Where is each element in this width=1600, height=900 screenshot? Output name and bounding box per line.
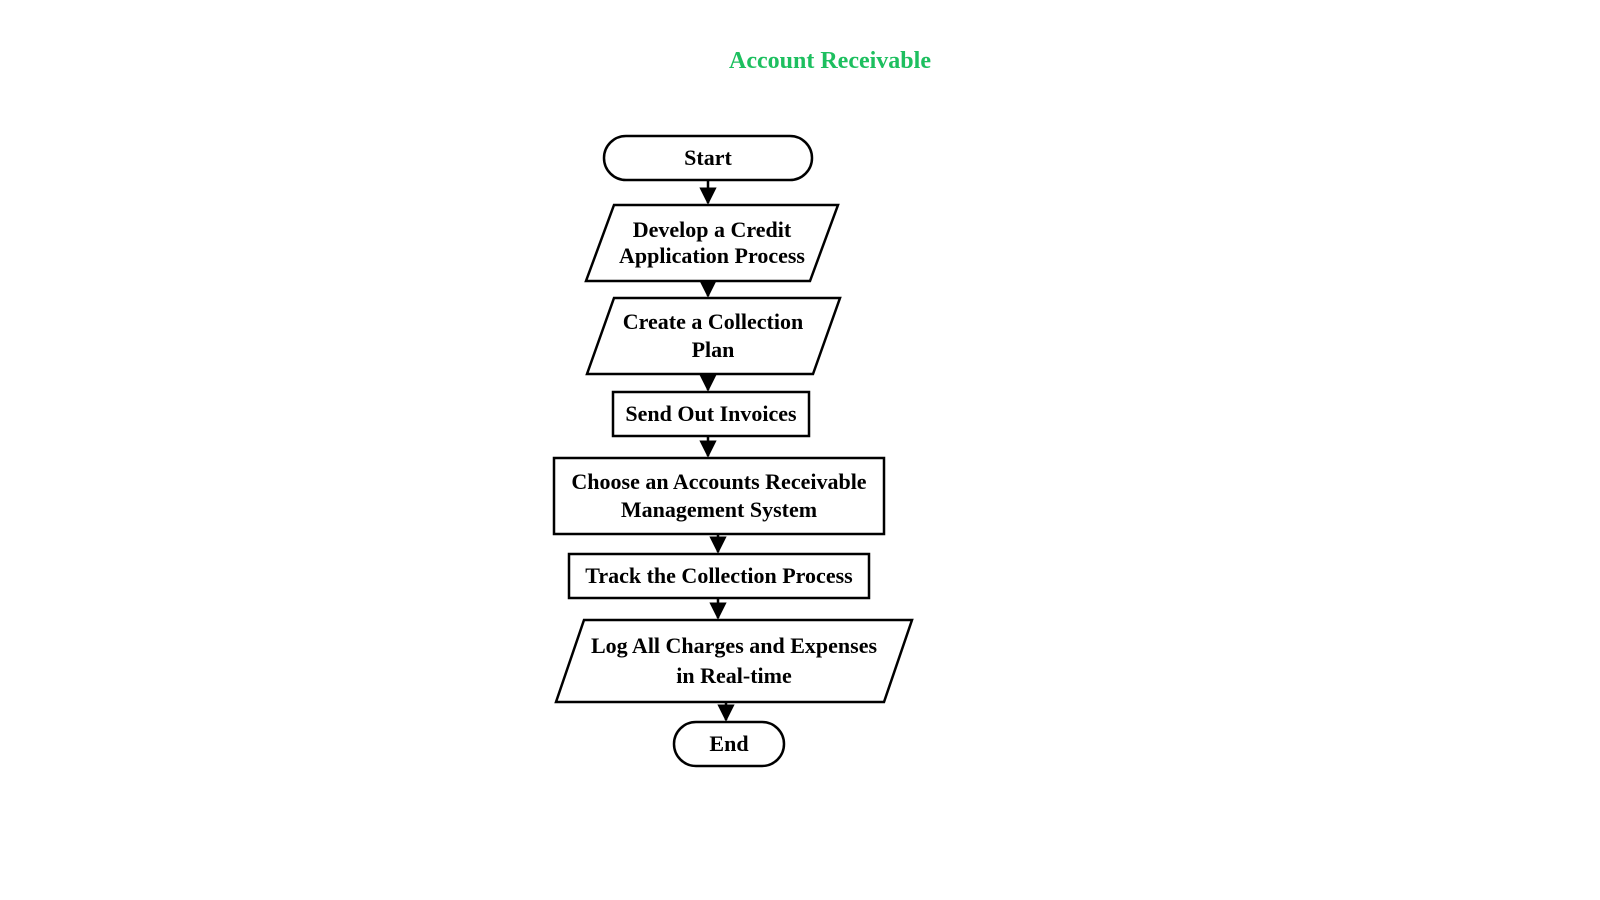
node-send-invoices: Send Out Invoices <box>613 392 809 436</box>
node-n1-line1: Develop a Credit <box>633 217 792 242</box>
node-start: Start <box>604 136 812 180</box>
node-n4-line2: Management System <box>621 497 817 522</box>
node-n5-label: Track the Collection Process <box>585 563 853 588</box>
node-log-charges: Log All Charges and Expenses in Real-tim… <box>556 620 912 702</box>
node-n6-line2: in Real-time <box>676 663 792 688</box>
node-n4-line1: Choose an Accounts Receivable <box>571 469 866 494</box>
node-n2-line1: Create a Collection <box>623 309 803 334</box>
node-n2-line2: Plan <box>692 337 735 362</box>
node-create-collection-plan: Create a Collection Plan <box>587 298 840 374</box>
node-n3-label: Send Out Invoices <box>625 401 797 426</box>
node-start-label: Start <box>684 145 732 170</box>
node-track-collection: Track the Collection Process <box>569 554 869 598</box>
node-end: End <box>674 722 784 766</box>
node-n1-line2: Application Process <box>619 243 805 268</box>
flowchart-canvas: Start Develop a Credit Application Proce… <box>0 0 1600 900</box>
node-choose-ar-system: Choose an Accounts Receivable Management… <box>554 458 884 534</box>
node-n6-line1: Log All Charges and Expenses <box>591 633 877 658</box>
node-end-label: End <box>709 731 748 756</box>
node-develop-credit: Develop a Credit Application Process <box>586 205 838 281</box>
